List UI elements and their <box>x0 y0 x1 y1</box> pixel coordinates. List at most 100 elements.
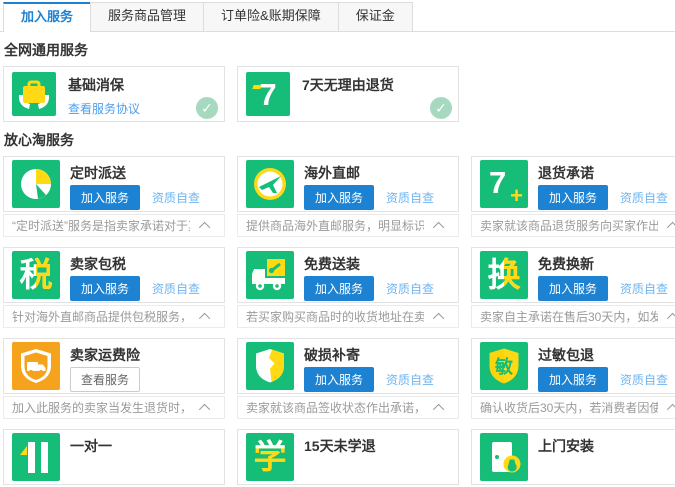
card-description: 卖家就该商品退货服务向买家作出承诺，自商品... <box>480 217 658 234</box>
seller-tax-icon: 税税 <box>12 251 60 299</box>
chevron-up-icon[interactable] <box>199 403 210 414</box>
service-card-row: 税税卖家包税加入服务资质自查针对海外直邮商品提供包税服务，降低买家海淘... 免… <box>3 247 675 338</box>
damage-reship-icon <box>246 342 294 390</box>
card-title: 卖家包税 <box>70 254 126 274</box>
card-title: 海外直邮 <box>304 163 360 183</box>
service-card: 破损补寄加入服务资质自查卖家就该商品签收状态作出承诺，自商品签收之... <box>237 338 459 429</box>
card-title: 7天无理由退货 <box>302 75 394 95</box>
one-to-one-icon <box>12 433 60 481</box>
join-service-button[interactable]: 加入服务 <box>70 185 140 210</box>
self-check-link[interactable]: 资质自查 <box>386 191 434 205</box>
door-install-icon <box>480 433 528 481</box>
card-title: 15天未学退 <box>304 436 376 456</box>
card-15天未学退: 学学 15天未学退 <box>237 429 459 485</box>
scheduled-delivery-icon <box>12 160 60 208</box>
card-description: 针对海外直邮商品提供包税服务，降低买家海淘... <box>12 308 190 325</box>
card-description: 若买家购买商品时的收货地址在卖家承诺的区域... <box>246 308 424 325</box>
joined-check-icon: ✓ <box>430 97 452 119</box>
chevron-up-icon[interactable] <box>433 312 444 323</box>
tab-join-service[interactable]: 加入服务 <box>3 2 91 32</box>
card-title: 退货承诺 <box>538 163 594 183</box>
view-service-button[interactable]: 查看服务 <box>70 367 140 392</box>
self-check-link[interactable]: 资质自查 <box>620 282 668 296</box>
card-description-bar: “定时派送”服务是指卖家承诺对于其店铺内含有“... <box>3 214 225 237</box>
section-title-fangxintao: 放心淘服务 <box>4 130 675 150</box>
card-description-bar: 卖家就该商品签收状态作出承诺，自商品签收之... <box>237 396 459 419</box>
svg-text:敏: 敏 <box>494 356 514 377</box>
insurance-briefcase-icon <box>12 72 56 116</box>
service-card: 一对一 <box>3 429 225 487</box>
card-description-bar: 卖家就该商品退货服务向买家作出承诺，自商品... <box>471 214 675 237</box>
card-description-bar: 提供商品海外直邮服务，明显标识吸引海淘买家... <box>237 214 459 237</box>
service-card: 7+退货承诺加入服务资质自查卖家就该商品退货服务向买家作出承诺，自商品... <box>471 156 675 247</box>
joined-check-icon: ✓ <box>196 97 218 119</box>
join-service-button[interactable]: 加入服务 <box>538 276 608 301</box>
view-agreement-link[interactable]: 查看服务协议 <box>68 100 140 117</box>
general-card: 基础消保查看服务协议✓ <box>3 66 225 122</box>
card-description-bar: 针对海外直邮商品提供包税服务，降低买家海淘... <box>3 305 225 328</box>
card-description: 确认收货后30天内，若消费者因使用该商品引... <box>480 399 658 416</box>
section-title-general: 全网通用服务 <box>4 40 675 60</box>
card-actions: 加入服务资质自查 <box>70 276 200 301</box>
card-免费送装: 免费送装加入服务资质自查 <box>237 247 459 303</box>
card-description: 卖家就该商品签收状态作出承诺，自商品签收之... <box>246 399 424 416</box>
self-check-link[interactable]: 资质自查 <box>620 373 668 387</box>
card-title: 一对一 <box>70 436 112 456</box>
tab-deposit[interactable]: 保证金 <box>338 2 413 31</box>
card-基础消保: 基础消保查看服务协议✓ <box>3 66 225 122</box>
chevron-up-icon[interactable] <box>433 221 444 232</box>
general-card: 77天无理由退货✓ <box>237 66 459 122</box>
card-上门安装: 上门安装 <box>471 429 675 485</box>
card-定时派送: 定时派送加入服务资质自查 <box>3 156 225 212</box>
section-general: 全网通用服务 基础消保查看服务协议✓77天无理由退货✓ <box>0 40 675 122</box>
self-check-link[interactable]: 资质自查 <box>152 282 200 296</box>
card-title: 上门安装 <box>538 436 594 456</box>
service-card-row: 卖家运费险查看服务加入此服务的卖家当发生退货时，产生的退货运... 破损补寄加入… <box>3 338 675 429</box>
service-card-grid: 定时派送加入服务资质自查 “定时派送”服务是指卖家承诺对于其店铺内含有“... 海… <box>0 156 675 487</box>
self-check-link[interactable]: 资质自查 <box>386 373 434 387</box>
chevron-up-icon[interactable] <box>667 403 675 414</box>
card-title: 免费换新 <box>538 254 594 274</box>
service-card: 学学 15天未学退 <box>237 429 459 487</box>
self-check-link[interactable]: 资质自查 <box>152 191 200 205</box>
tab-order-insurance[interactable]: 订单险&账期保障 <box>203 2 339 31</box>
card-description-bar: 确认收货后30天内，若消费者因使用该商品引... <box>471 396 675 419</box>
card-description-bar: 若买家购买商品时的收货地址在卖家承诺的区域... <box>237 305 459 328</box>
service-card: 上门安装 <box>471 429 675 487</box>
tab-bar: 加入服务服务商品管理订单险&账期保障保证金 <box>0 0 675 32</box>
chevron-up-icon[interactable] <box>433 403 444 414</box>
service-card: 定时派送加入服务资质自查 “定时派送”服务是指卖家承诺对于其店铺内含有“... <box>3 156 225 247</box>
chevron-up-icon[interactable] <box>199 221 210 232</box>
join-service-button[interactable]: 加入服务 <box>538 185 608 210</box>
card-海外直邮: 海外直邮加入服务资质自查 <box>237 156 459 212</box>
chevron-up-icon[interactable] <box>667 312 675 323</box>
card-一对一: 一对一 <box>3 429 225 485</box>
tab-service-item-management[interactable]: 服务商品管理 <box>90 2 204 31</box>
self-check-link[interactable]: 资质自查 <box>386 282 434 296</box>
join-service-button[interactable]: 加入服务 <box>304 367 374 392</box>
service-card: 海外直邮加入服务资质自查提供商品海外直邮服务，明显标识吸引海淘买家... <box>237 156 459 247</box>
self-check-link[interactable]: 资质自查 <box>620 191 668 205</box>
card-description-bar: 加入此服务的卖家当发生退货时，产生的退货运... <box>3 396 225 419</box>
join-service-button[interactable]: 加入服务 <box>538 367 608 392</box>
free-delivery-install-icon <box>246 251 294 299</box>
card-actions: 加入服务资质自查 <box>304 367 434 392</box>
service-card: 免费送装加入服务资质自查若买家购买商品时的收货地址在卖家承诺的区域... <box>237 247 459 338</box>
card-description: 加入此服务的卖家当发生退货时，产生的退货运... <box>12 399 190 416</box>
allergy-refund-icon: 敏 <box>480 342 528 390</box>
service-card-row: 定时派送加入服务资质自查 “定时派送”服务是指卖家承诺对于其店铺内含有“... 海… <box>3 156 675 247</box>
join-service-button[interactable]: 加入服务 <box>304 185 374 210</box>
study-refund-icon: 学学 <box>246 433 294 481</box>
section-fangxintao: 放心淘服务 定时派送加入服务资质自查 “定时派送”服务是指卖家承诺对于其店铺内含有… <box>0 130 675 487</box>
card-卖家运费险: 卖家运费险查看服务 <box>3 338 225 394</box>
join-service-button[interactable]: 加入服务 <box>70 276 140 301</box>
freight-insurance-icon <box>12 342 60 390</box>
chevron-up-icon[interactable] <box>667 221 675 232</box>
service-card: 换换免费换新加入服务资质自查卖家自主承诺在售后30天内，如发现商品出现... <box>471 247 675 338</box>
chevron-up-icon[interactable] <box>199 312 210 323</box>
card-description: “定时派送”服务是指卖家承诺对于其店铺内含有“... <box>12 217 190 234</box>
card-actions: 加入服务资质自查 <box>304 276 434 301</box>
card-过敏包退: 敏过敏包退加入服务资质自查 <box>471 338 675 394</box>
card-description: 卖家自主承诺在售后30天内，如发现商品出现... <box>480 308 658 325</box>
join-service-button[interactable]: 加入服务 <box>304 276 374 301</box>
